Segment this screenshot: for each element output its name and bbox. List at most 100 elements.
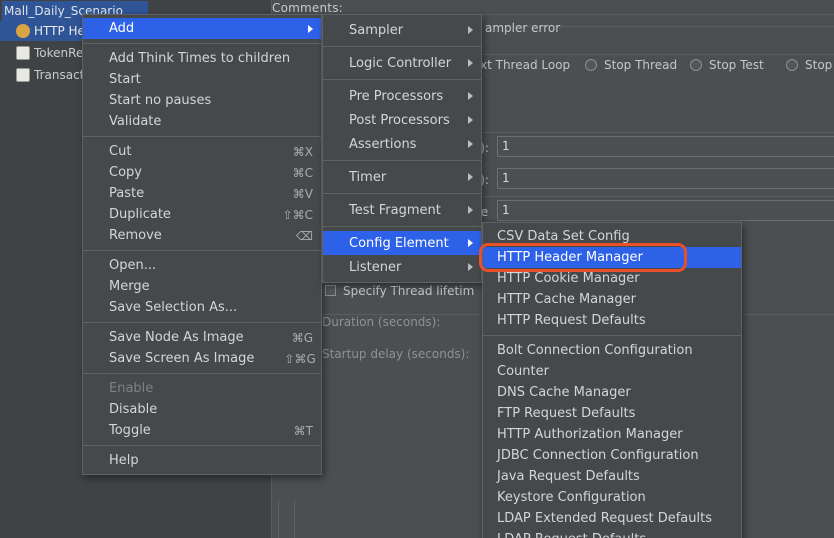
- menu-item-help[interactable]: Help: [83, 450, 321, 471]
- menu-item-label: HTTP Cache Manager: [497, 292, 636, 307]
- menu-separator: [83, 445, 321, 446]
- menu-item-duplicate[interactable]: Duplicate⇧⌘C: [83, 204, 321, 225]
- menu-item-label: Start: [109, 72, 141, 87]
- menu-item-http-request-defaults[interactable]: HTTP Request Defaults: [483, 310, 741, 331]
- menu-item-label: Post Processors: [349, 113, 450, 128]
- menu-item-label: Duplicate: [109, 207, 171, 222]
- menu-item-label: Toggle: [109, 423, 151, 438]
- menu-item-label: Help: [109, 453, 139, 468]
- menu-item-shortcut: ⌫: [266, 229, 313, 243]
- radio-option-2[interactable]: [690, 59, 702, 71]
- menu-item-ldap-request-defaults[interactable]: LDAP Request Defaults: [483, 529, 741, 538]
- menu-item-paste[interactable]: Paste⌘V: [83, 183, 321, 204]
- field-0-input[interactable]: 1: [497, 136, 834, 157]
- menu-item-csv-data-set-config[interactable]: CSV Data Set Config: [483, 226, 741, 247]
- radio-option-3[interactable]: [786, 59, 798, 71]
- menu-item-http-header-manager[interactable]: HTTP Header Manager: [483, 247, 741, 268]
- menu-item-label: Sampler: [349, 23, 403, 38]
- menu-separator: [323, 46, 481, 47]
- jmeter-window: ampler error xt Thread Loop Stop Thread …: [0, 0, 834, 538]
- menu-item-keystore-configuration[interactable]: Keystore Configuration: [483, 487, 741, 508]
- menu-item-post-processors[interactable]: Post Processors: [323, 108, 481, 132]
- menu-item-label: CSV Data Set Config: [497, 229, 630, 244]
- menu-item-start-no-pauses[interactable]: Start no pauses: [83, 90, 321, 111]
- menu-item-label: Validate: [109, 114, 161, 129]
- menu-item-jdbc-connection-configuration[interactable]: JDBC Connection Configuration: [483, 445, 741, 466]
- menu-item-label: LDAP Request Defaults: [497, 532, 646, 538]
- menu-item-java-request-defaults[interactable]: Java Request Defaults: [483, 466, 741, 487]
- menu-item-timer[interactable]: Timer: [323, 165, 481, 189]
- comments-label: Comments:: [272, 1, 343, 15]
- field-1-input[interactable]: 1: [497, 168, 834, 189]
- menu-item-shortcut: ⌘X: [263, 145, 313, 159]
- menu-item-label: Counter: [497, 364, 549, 379]
- menu-item-label: Paste: [109, 186, 144, 201]
- menu-item-bolt-connection-configuration[interactable]: Bolt Connection Configuration: [483, 340, 741, 361]
- menu-item-label: Assertions: [349, 137, 416, 152]
- chevron-right-icon: [468, 26, 473, 34]
- menu-item-label: FTP Request Defaults: [497, 406, 635, 421]
- menu-item-http-cache-manager[interactable]: HTTP Cache Manager: [483, 289, 741, 310]
- menu-item-label: LDAP Extended Request Defaults: [497, 511, 712, 526]
- radio-option-2-label: Stop Test: [709, 58, 764, 72]
- menu-item-add-think-times-to-children[interactable]: Add Think Times to children: [83, 48, 321, 69]
- menu-item-ftp-request-defaults[interactable]: FTP Request Defaults: [483, 403, 741, 424]
- add-submenu[interactable]: Sampler Logic Controller Pre Processors Pos…: [322, 14, 482, 283]
- gear-icon: [16, 24, 30, 38]
- menu-item-http-authorization-manager[interactable]: HTTP Authorization Manager: [483, 424, 741, 445]
- menu-item-dns-cache-manager[interactable]: DNS Cache Manager: [483, 382, 741, 403]
- menu-separator: [83, 250, 321, 251]
- field-2-input[interactable]: 1: [497, 200, 834, 221]
- menu-item-label: Keystore Configuration: [497, 490, 646, 505]
- menu-item-http-cookie-manager[interactable]: HTTP Cookie Manager: [483, 268, 741, 289]
- menu-item-shortcut: ⌘C: [263, 166, 313, 180]
- menu-item-logic-controller[interactable]: Logic Controller: [323, 51, 481, 75]
- menu-item-save-selection-as[interactable]: Save Selection As...: [83, 297, 321, 318]
- context-menu[interactable]: Add Add Think Times to children Start Start…: [82, 14, 322, 475]
- menu-item-label: DNS Cache Manager: [497, 385, 631, 400]
- menu-item-toggle[interactable]: Toggle⌘T: [83, 420, 321, 441]
- chevron-right-icon: [308, 25, 313, 33]
- menu-item-test-fragment[interactable]: Test Fragment: [323, 198, 481, 222]
- menu-item-save-node-as-image[interactable]: Save Node As Image⌘G: [83, 327, 321, 348]
- document-icon: [16, 46, 30, 60]
- menu-item-counter[interactable]: Counter: [483, 361, 741, 382]
- menu-item-cut[interactable]: Cut ⌘X: [83, 141, 321, 162]
- menu-item-merge[interactable]: Merge: [83, 276, 321, 297]
- menu-item-label: Open...: [109, 258, 156, 273]
- duration-label: Duration (seconds):: [322, 315, 440, 329]
- menu-item-copy[interactable]: Copy⌘C: [83, 162, 321, 183]
- config-element-submenu[interactable]: CSV Data Set ConfigHTTP Header ManagerHT…: [482, 222, 742, 538]
- menu-separator: [83, 43, 321, 44]
- document-icon: [16, 68, 30, 82]
- menu-item-add[interactable]: Add: [83, 18, 321, 39]
- menu-item-listener[interactable]: Listener: [323, 255, 481, 279]
- menu-item-pre-processors[interactable]: Pre Processors: [323, 84, 481, 108]
- menu-item-label: Cut: [109, 144, 131, 159]
- chevron-right-icon: [468, 206, 473, 214]
- menu-item-ldap-extended-request-defaults[interactable]: LDAP Extended Request Defaults: [483, 508, 741, 529]
- menu-separator: [83, 373, 321, 374]
- menu-item-config-element[interactable]: Config Element: [323, 231, 481, 255]
- chevron-right-icon: [468, 92, 473, 100]
- menu-item-label: Add: [109, 21, 134, 36]
- menu-item-sampler[interactable]: Sampler: [323, 18, 481, 42]
- menu-item-label: HTTP Request Defaults: [497, 313, 646, 328]
- radio-option-1[interactable]: [585, 59, 597, 71]
- menu-separator: [323, 79, 481, 80]
- menu-item-disable[interactable]: Disable: [83, 399, 321, 420]
- menu-item-save-screen-as-image[interactable]: Save Screen As Image⇧⌘G: [83, 348, 321, 369]
- menu-item-label: Start no pauses: [109, 93, 211, 108]
- menu-separator: [83, 322, 321, 323]
- specify-thread-lifetime-checkbox[interactable]: [325, 285, 336, 296]
- menu-item-open[interactable]: Open...: [83, 255, 321, 276]
- menu-item-label: Enable: [109, 381, 153, 396]
- menu-item-assertions[interactable]: Assertions: [323, 132, 481, 156]
- menu-item-remove[interactable]: Remove⌫: [83, 225, 321, 246]
- radio-option-3-label: Stop T: [805, 58, 834, 72]
- menu-separator: [83, 136, 321, 137]
- menu-separator: [323, 160, 481, 161]
- startup-delay-label: Startup delay (seconds):: [322, 347, 469, 361]
- menu-item-start[interactable]: Start: [83, 69, 321, 90]
- menu-item-validate[interactable]: Validate: [83, 111, 321, 132]
